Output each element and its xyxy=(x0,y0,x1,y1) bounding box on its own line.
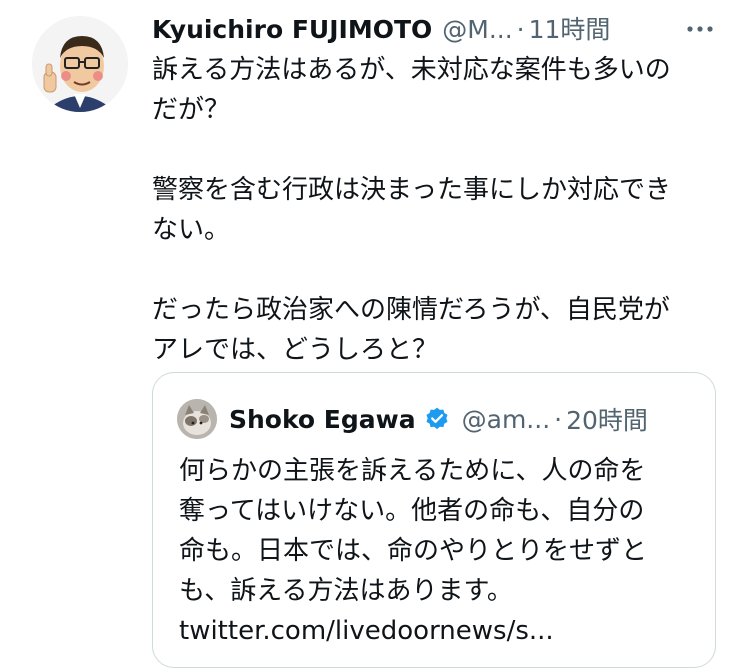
avatar-illustration xyxy=(32,16,128,112)
quoted-text-line: 何らかの主張を訴えるために、人の命を xyxy=(179,456,646,486)
tweet-text-line xyxy=(152,130,732,170)
more-icon[interactable] xyxy=(686,18,714,40)
verified-icon xyxy=(426,407,448,430)
tweet[interactable]: Kyuichiro FUJIMOTO @M... · 11時間 訴える方法はある… xyxy=(0,0,749,671)
quoted-author-name[interactable]: Shoko Egawa xyxy=(229,405,416,434)
quoted-text-line: 奪ってはいけない。他者の命も、自分の xyxy=(179,496,645,526)
author-handle[interactable]: @M... xyxy=(442,10,512,50)
cat-avatar-image xyxy=(177,399,217,439)
separator-dot: · xyxy=(554,404,563,434)
quoted-text-line: 命も。日本では、命のやりとりをせずと xyxy=(179,536,648,566)
tweet-header: Kyuichiro FUJIMOTO @M... · 11時間 xyxy=(152,10,709,50)
tweet-text-line: 訴える方法はあるが、未対応な案件も多いの xyxy=(152,55,671,85)
quoted-author-handle[interactable]: @am... xyxy=(462,405,551,434)
separator-dot: · xyxy=(516,15,525,44)
tweet-text-line xyxy=(152,250,732,290)
tweet-text-line: 警察を含む行政は決まった事にしか対応でき xyxy=(152,175,671,205)
author-name[interactable]: Kyuichiro FUJIMOTO xyxy=(152,10,432,50)
tweet-text-line: だが？ xyxy=(152,95,231,125)
quoted-tweet[interactable]: Shoko Egawa @am... · 20時間 何らかの主張を訴えるために、… xyxy=(152,372,716,668)
quoted-tweet-link[interactable]: twitter.com/livedoornews/s... xyxy=(179,611,699,651)
quoted-tweet-header: Shoko Egawa @am... · 20時間 xyxy=(229,397,648,441)
tweet-text-line: ない。 xyxy=(152,215,231,245)
tweet-text-line: アレでは、どうしろと？ xyxy=(152,335,439,365)
quoted-text-line: も、訴える方法はあります。 xyxy=(179,576,513,606)
quoted-author-avatar[interactable] xyxy=(177,399,217,439)
quoted-tweet-text: 何らかの主張を訴えるために、人の命を 奪ってはいけない。他者の命も、自分の 命も… xyxy=(179,451,699,651)
author-avatar[interactable] xyxy=(32,16,128,112)
tweet-text-line: だったら政治家への陳情だろうが、自民党が xyxy=(152,295,670,325)
tweet-timestamp[interactable]: 11時間 xyxy=(529,10,611,50)
quoted-tweet-timestamp[interactable]: 20時間 xyxy=(566,401,648,437)
tweet-text: 訴える方法はあるが、未対応な案件も多いの だが？ 警察を含む行政は決まった事にし… xyxy=(152,50,732,370)
